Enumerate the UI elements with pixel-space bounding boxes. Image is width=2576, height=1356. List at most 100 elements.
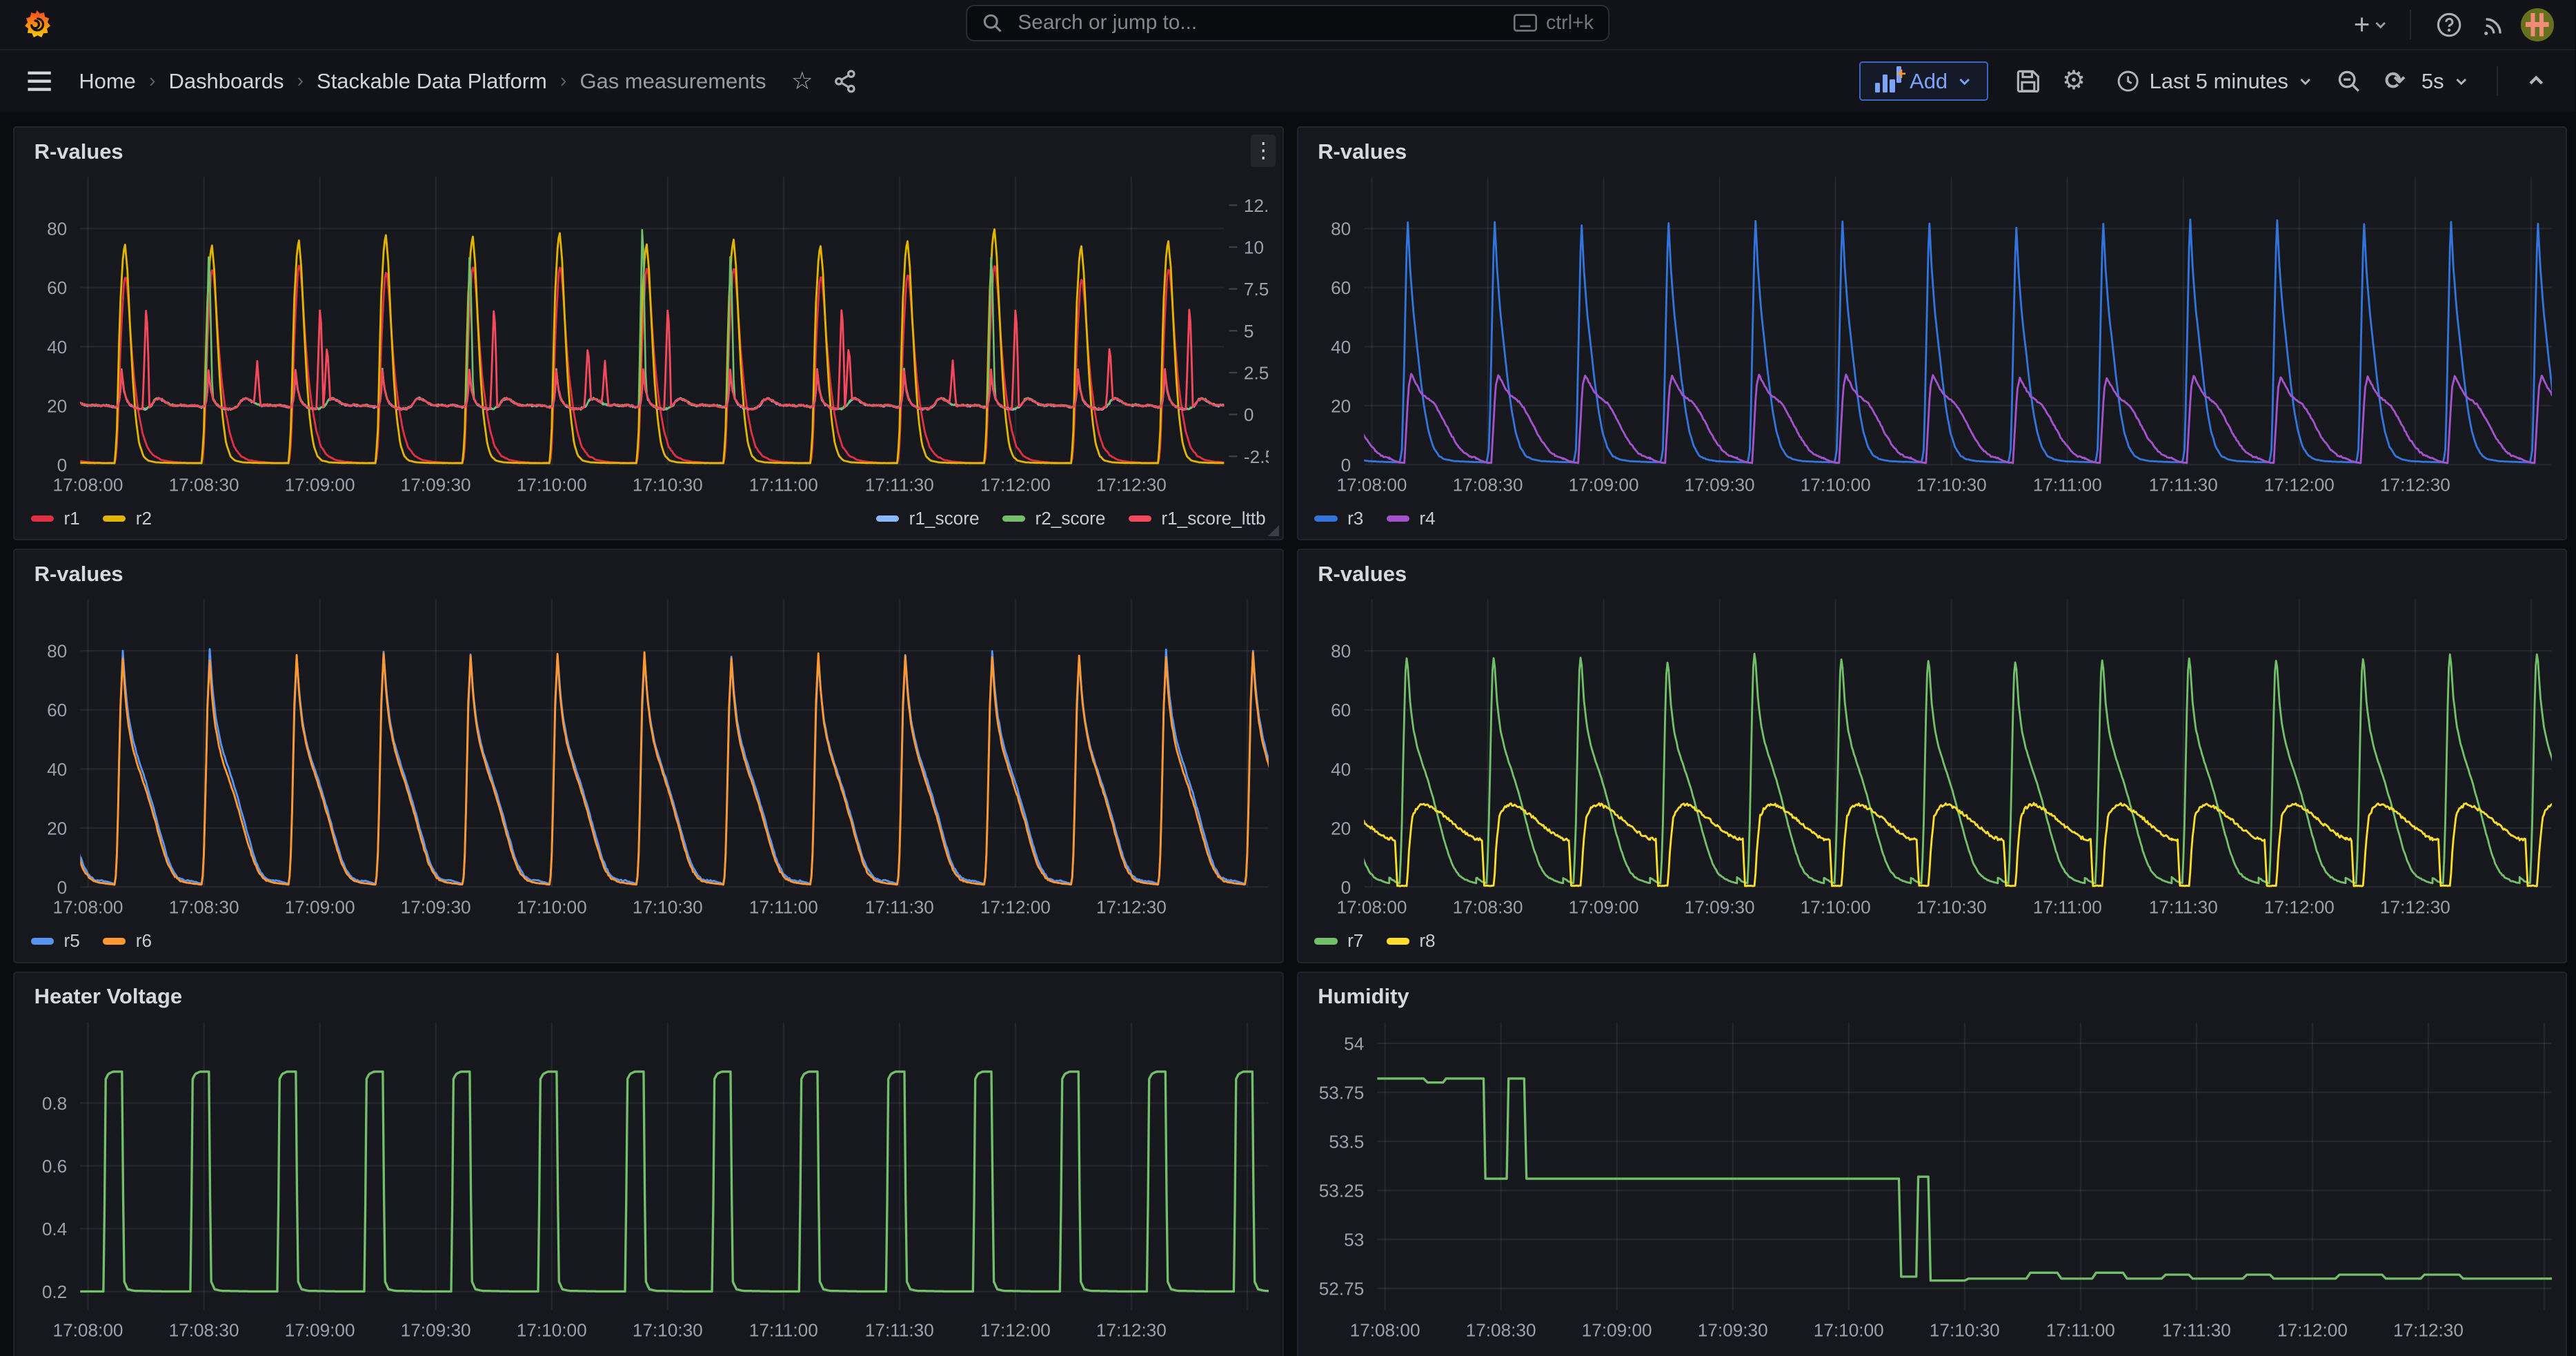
add-panel-button[interactable]: + Add bbox=[1859, 61, 1989, 101]
panel-title[interactable]: R-values bbox=[1318, 562, 1407, 587]
breadcrumb-folder[interactable]: Stackable Data Platform bbox=[317, 69, 547, 94]
svg-text:17:10:00: 17:10:00 bbox=[517, 897, 587, 918]
legend: r3 r4 bbox=[1314, 508, 2549, 529]
legend-item-heatervoltage[interactable]: heatervoltage bbox=[31, 1353, 173, 1356]
svg-text:17:09:00: 17:09:00 bbox=[1568, 475, 1638, 495]
legend-item-r8[interactable]: r8 bbox=[1387, 930, 1436, 952]
svg-text:17:10:30: 17:10:30 bbox=[1929, 1319, 1999, 1340]
legend-label: r8 bbox=[1419, 930, 1435, 952]
panel-title[interactable]: Heater Voltage bbox=[34, 984, 182, 1009]
time-series-chart[interactable]: 0.20.40.60.817:08:0017:08:3017:09:0017:0… bbox=[14, 973, 1269, 1342]
svg-text:7.5: 7.5 bbox=[1244, 279, 1269, 299]
svg-text:17:08:30: 17:08:30 bbox=[1465, 1319, 1536, 1340]
legend-swatch bbox=[1387, 515, 1409, 522]
zoom-out-time-button[interactable] bbox=[2329, 61, 2368, 101]
save-icon bbox=[2016, 69, 2041, 94]
breadcrumb-separator: › bbox=[297, 70, 304, 92]
svg-text:17:09:30: 17:09:30 bbox=[1697, 1319, 1767, 1340]
panel-title[interactable]: R-values bbox=[1318, 139, 1407, 164]
refresh-button[interactable]: ⟳ bbox=[2375, 61, 2415, 101]
legend-item-r1_score[interactable]: r1_score bbox=[876, 508, 980, 529]
legend-label: r2 bbox=[136, 508, 152, 529]
panel-title[interactable]: R-values bbox=[34, 139, 123, 164]
legend-item-r4[interactable]: r4 bbox=[1387, 508, 1436, 529]
svg-text:-2.5: -2.5 bbox=[1244, 446, 1269, 467]
global-search[interactable]: ctrl+k bbox=[966, 5, 1610, 41]
legend-item-r1_score_lttb[interactable]: r1_score_lttb bbox=[1129, 508, 1266, 529]
svg-text:17:10:00: 17:10:00 bbox=[517, 1319, 587, 1340]
svg-text:60: 60 bbox=[47, 277, 67, 298]
panel-title[interactable]: Humidity bbox=[1318, 984, 1409, 1009]
top-nav: ctrl+k + bbox=[0, 0, 2575, 50]
svg-text:53: 53 bbox=[1344, 1229, 1364, 1250]
legend-item-r2[interactable]: r2 bbox=[103, 508, 152, 529]
svg-text:17:08:30: 17:08:30 bbox=[169, 475, 239, 495]
breadcrumb-separator: › bbox=[149, 70, 156, 92]
legend-item-r7[interactable]: r7 bbox=[1314, 930, 1363, 952]
svg-text:0: 0 bbox=[57, 455, 68, 475]
svg-text:17:12:30: 17:12:30 bbox=[1096, 475, 1167, 495]
svg-text:17:12:00: 17:12:00 bbox=[980, 897, 1051, 918]
legend-item-humidity[interactable]: humidity bbox=[1314, 1353, 1414, 1356]
dashboard-settings-button[interactable]: ⚙ bbox=[2054, 61, 2094, 101]
chevron-down-icon bbox=[2373, 17, 2388, 32]
svg-text:60: 60 bbox=[47, 700, 67, 721]
legend-label: r2_score bbox=[1036, 508, 1106, 529]
search-input[interactable] bbox=[1015, 10, 1514, 37]
svg-text:17:11:00: 17:11:00 bbox=[2045, 1319, 2114, 1340]
svg-text:17:10:30: 17:10:30 bbox=[633, 475, 703, 495]
svg-text:0: 0 bbox=[1340, 455, 1351, 475]
svg-text:80: 80 bbox=[1331, 641, 1351, 662]
svg-text:17:11:30: 17:11:30 bbox=[2162, 1319, 2231, 1340]
legend-item-r3[interactable]: r3 bbox=[1314, 508, 1363, 529]
svg-text:17:12:30: 17:12:30 bbox=[2393, 1319, 2464, 1340]
svg-text:17:10:30: 17:10:30 bbox=[1916, 897, 1986, 918]
grafana-logo-icon[interactable] bbox=[21, 9, 52, 40]
time-series-chart[interactable]: 020406080-2.502.557.51012.517:08:0017:08… bbox=[14, 128, 1269, 496]
breadcrumb-home[interactable]: Home bbox=[79, 69, 136, 94]
collapse-toolbar-button[interactable] bbox=[2516, 61, 2555, 101]
legend-label: r4 bbox=[1419, 508, 1435, 529]
plus-icon: + bbox=[2354, 10, 2370, 39]
save-dashboard-button[interactable] bbox=[2008, 61, 2048, 101]
panel-menu-kebab-icon[interactable]: ⋮ bbox=[1251, 135, 1276, 168]
legend-item-r1[interactable]: r1 bbox=[31, 508, 80, 529]
time-series-chart[interactable]: 02040608017:08:0017:08:3017:09:0017:09:3… bbox=[1298, 128, 2553, 496]
legend-item-r5[interactable]: r5 bbox=[31, 930, 80, 952]
hamburger-icon bbox=[26, 70, 52, 92]
help-button[interactable] bbox=[2429, 5, 2468, 44]
svg-text:40: 40 bbox=[1331, 337, 1351, 357]
legend-item-r6[interactable]: r6 bbox=[103, 930, 152, 952]
time-series-chart[interactable]: 02040608017:08:0017:08:3017:09:0017:09:3… bbox=[1298, 550, 2553, 918]
time-series-chart[interactable]: 02040608017:08:0017:08:3017:09:0017:09:3… bbox=[14, 550, 1269, 918]
svg-text:12.5: 12.5 bbox=[1244, 195, 1269, 216]
favorite-star-button[interactable]: ☆ bbox=[782, 61, 822, 101]
svg-text:17:11:00: 17:11:00 bbox=[749, 475, 818, 495]
new-menu-button[interactable]: + bbox=[2350, 5, 2391, 44]
chevron-up-icon bbox=[2526, 71, 2546, 91]
panel-resize-handle[interactable] bbox=[1268, 525, 1279, 536]
time-range-picker[interactable]: Last 5 minutes bbox=[2107, 60, 2323, 103]
legend-item-r2_score[interactable]: r2_score bbox=[1002, 508, 1106, 529]
refresh-interval-picker[interactable]: 5s bbox=[2421, 60, 2479, 103]
svg-text:53.75: 53.75 bbox=[1318, 1082, 1364, 1103]
legend: r7 r8 bbox=[1314, 930, 2549, 952]
svg-text:17:10:00: 17:10:00 bbox=[1813, 1319, 1883, 1340]
breadcrumb-dashboards[interactable]: Dashboards bbox=[169, 69, 284, 94]
time-series-chart[interactable]: 52.755353.2553.553.755417:08:0017:08:301… bbox=[1298, 973, 2553, 1342]
share-button[interactable] bbox=[825, 61, 864, 101]
legend-swatch bbox=[1129, 515, 1151, 522]
share-icon bbox=[833, 69, 858, 94]
svg-text:80: 80 bbox=[47, 641, 67, 662]
dashboard-toolbar: Home › Dashboards › Stackable Data Platf… bbox=[0, 50, 2575, 111]
svg-text:17:12:00: 17:12:00 bbox=[980, 475, 1051, 495]
mega-menu-button[interactable] bbox=[20, 61, 59, 101]
news-button[interactable] bbox=[2475, 5, 2515, 44]
panel-title[interactable]: R-values bbox=[34, 562, 123, 587]
svg-text:17:11:30: 17:11:30 bbox=[2148, 475, 2217, 495]
user-avatar[interactable] bbox=[2521, 8, 2554, 41]
svg-text:40: 40 bbox=[47, 337, 67, 357]
svg-text:17:08:30: 17:08:30 bbox=[1452, 897, 1523, 918]
svg-text:17:11:00: 17:11:00 bbox=[749, 897, 818, 918]
svg-text:17:12:00: 17:12:00 bbox=[2264, 897, 2335, 918]
